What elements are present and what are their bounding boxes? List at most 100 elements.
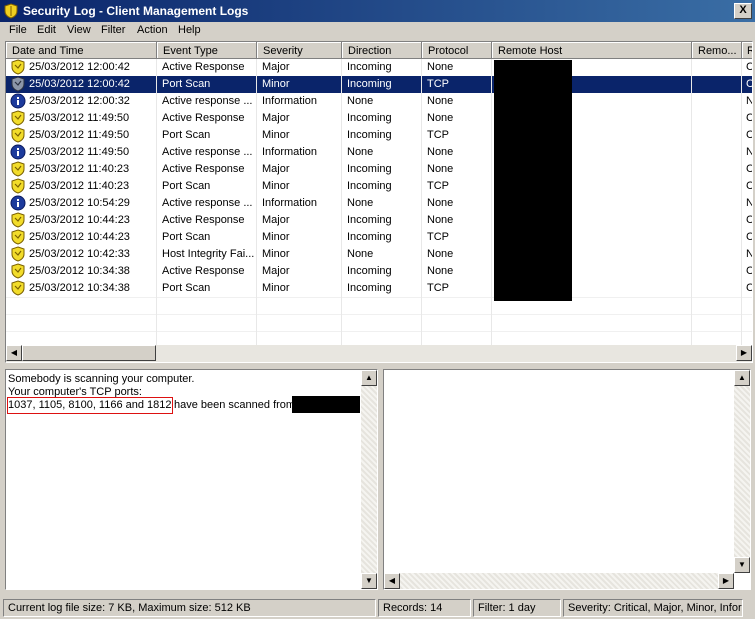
cell-event-type: Active response ... — [162, 95, 253, 107]
details-line-1: Somebody is scanning your computer. — [8, 373, 195, 385]
cell-direction: Incoming — [347, 112, 392, 124]
cell-direction: Incoming — [347, 180, 392, 192]
column-header-protocol[interactable]: Protocol — [422, 42, 492, 59]
table-row[interactable]: 25/03/2012 11:40:23 Active Response Major I… — [6, 161, 752, 178]
shield-icon — [10, 263, 26, 279]
log-list[interactable]: Date and Time Event Type Severity Direct… — [5, 41, 753, 363]
title-bar: Security Log - Client Management Logs X — [0, 0, 755, 22]
column-header-last[interactable]: R — [742, 42, 752, 59]
cell-last: C — [746, 180, 752, 192]
table-row[interactable]: 25/03/2012 10:44:23 Port Scan Minor Incomin… — [6, 229, 752, 246]
shield-icon — [10, 76, 26, 92]
cell-protocol: TCP — [427, 282, 449, 294]
cell-date-time: 25/03/2012 11:40:23 — [29, 180, 130, 192]
cell-event-type: Port Scan — [162, 78, 211, 90]
event-details-pane[interactable]: Somebody is scanning your computer. Your… — [5, 369, 378, 590]
cell-severity: Major — [262, 265, 290, 277]
cell-last: C — [746, 112, 752, 124]
cell-direction: Incoming — [347, 231, 392, 243]
cell-date-time: 25/03/2012 10:54:29 — [29, 197, 130, 209]
table-row[interactable]: 25/03/2012 12:00:42 Active Response Major I… — [6, 59, 752, 76]
cell-protocol: None — [427, 163, 454, 175]
shield-icon — [10, 110, 26, 126]
status-filter: Filter: 1 day — [473, 599, 561, 617]
column-header-remote[interactable]: Remo... — [692, 42, 742, 59]
data-scroll-right-button[interactable]: ▶ — [718, 573, 734, 589]
data-pane[interactable]: ▲ ▼ ◀ ▶ — [383, 369, 751, 590]
grid-line — [741, 59, 742, 346]
column-header-date-time[interactable]: Date and Time — [6, 42, 157, 59]
shield-icon — [10, 229, 26, 245]
table-row[interactable]: 25/03/2012 12:00:32 Active response ... In… — [6, 93, 752, 110]
scroll-left-button[interactable]: ◀ — [6, 345, 22, 361]
table-row[interactable]: 25/03/2012 12:00:42 Port Scan Minor Incomin… — [6, 76, 752, 93]
cell-event-type: Active Response — [162, 265, 245, 277]
data-scroll-left-button[interactable]: ◀ — [384, 573, 400, 589]
details-scroll-down-button[interactable]: ▼ — [361, 573, 377, 589]
cell-protocol: TCP — [427, 78, 449, 90]
horizontal-scrollbar[interactable]: ◀ ▶ — [6, 345, 752, 362]
menu-filter[interactable]: Filter — [101, 24, 125, 36]
cell-severity: Major — [262, 112, 290, 124]
grid-line — [421, 59, 422, 346]
cell-last: C — [746, 265, 752, 277]
details-scroll-up-button[interactable]: ▲ — [361, 370, 377, 386]
cell-date-time: 25/03/2012 10:42:33 — [29, 248, 130, 260]
table-row[interactable]: 25/03/2012 10:34:38 Port Scan Minor Incomin… — [6, 280, 752, 297]
cell-last: N — [746, 197, 752, 209]
cell-severity: Minor — [262, 180, 290, 192]
cell-event-type: Active response ... — [162, 197, 253, 209]
cell-last: N — [746, 95, 752, 107]
table-row[interactable]: 25/03/2012 10:54:29 Active response ... In… — [6, 195, 752, 212]
grid-line — [256, 59, 257, 346]
table-row[interactable]: 25/03/2012 11:49:50 Active response ... In… — [6, 144, 752, 161]
table-row[interactable]: 25/03/2012 11:49:50 Active Response Major I… — [6, 110, 752, 127]
cell-protocol: TCP — [427, 129, 449, 141]
cell-event-type: Active Response — [162, 61, 245, 73]
cell-last: N — [746, 248, 752, 260]
details-vertical-scrollbar[interactable] — [361, 370, 377, 589]
data-scroll-up-button[interactable]: ▲ — [734, 370, 750, 386]
cell-protocol: None — [427, 146, 454, 158]
status-severity: Severity: Critical, Major, Minor, Infor — [563, 599, 743, 617]
table-row[interactable]: 25/03/2012 10:42:33 Host Integrity Fai...… — [6, 246, 752, 263]
cell-date-time: 25/03/2012 11:40:23 — [29, 163, 130, 175]
cell-event-type: Active response ... — [162, 146, 253, 158]
table-row[interactable]: 25/03/2012 10:34:38 Active Response Major I… — [6, 263, 752, 280]
cell-direction: Incoming — [347, 61, 392, 73]
cell-protocol: None — [427, 214, 454, 226]
cell-last: C — [746, 129, 752, 141]
cell-protocol: None — [427, 248, 454, 260]
table-row[interactable]: 25/03/2012 10:44:23 Active Response Major I… — [6, 212, 752, 229]
menu-action[interactable]: Action — [137, 24, 168, 36]
cell-protocol: None — [427, 197, 454, 209]
column-header-event-type[interactable]: Event Type — [157, 42, 257, 59]
grid-line — [6, 331, 752, 332]
menu-file[interactable]: File — [9, 24, 27, 36]
cell-event-type: Port Scan — [162, 231, 211, 243]
data-scroll-down-button[interactable]: ▼ — [734, 557, 750, 573]
menu-bar: File Edit View Filter Action Help — [0, 22, 755, 40]
column-header-remote-host[interactable]: Remote Host — [492, 42, 692, 59]
column-header-direction[interactable]: Direction — [342, 42, 422, 59]
cell-protocol: None — [427, 95, 454, 107]
status-log-size: Current log file size: 7 KB, Maximum siz… — [3, 599, 376, 617]
menu-view[interactable]: View — [67, 24, 91, 36]
table-row[interactable]: 25/03/2012 11:40:23 Port Scan Minor Incomin… — [6, 178, 752, 195]
data-vertical-scrollbar[interactable] — [734, 370, 750, 573]
data-horizontal-scrollbar[interactable] — [384, 573, 734, 589]
cell-protocol: None — [427, 112, 454, 124]
shield-icon — [10, 212, 26, 228]
close-button[interactable]: X — [734, 3, 752, 19]
cell-date-time: 25/03/2012 12:00:32 — [29, 95, 130, 107]
cell-severity: Minor — [262, 78, 290, 90]
menu-help[interactable]: Help — [178, 24, 201, 36]
menu-edit[interactable]: Edit — [37, 24, 56, 36]
cell-direction: Incoming — [347, 129, 392, 141]
column-header-severity[interactable]: Severity — [257, 42, 342, 59]
table-row[interactable]: 25/03/2012 11:49:50 Port Scan Minor Incomin… — [6, 127, 752, 144]
cell-event-type: Port Scan — [162, 129, 211, 141]
cell-date-time: 25/03/2012 10:34:38 — [29, 282, 130, 294]
scroll-right-button[interactable]: ▶ — [736, 345, 752, 361]
scroll-thumb[interactable] — [22, 345, 156, 361]
